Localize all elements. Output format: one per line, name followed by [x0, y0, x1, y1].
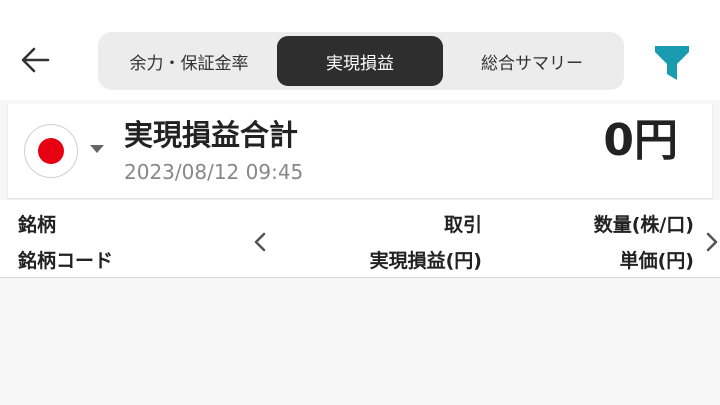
summary-timestamp: 2023/08/12 09:45	[124, 160, 304, 184]
market-selector[interactable]	[24, 124, 78, 178]
caret-down-icon[interactable]	[90, 145, 104, 153]
tab-realized-pnl[interactable]: 実現損益	[277, 36, 443, 86]
col-trade-type: 取引	[443, 214, 482, 236]
tab-margin-rate[interactable]: 余力・保証金率	[102, 36, 276, 86]
tab-total-summary[interactable]: 総合サマリー	[444, 36, 620, 86]
summary-total-value: 0円	[603, 115, 678, 166]
col-quantity: 数量(株/口)	[593, 214, 694, 236]
col-unit-price: 単価(円)	[619, 250, 694, 272]
filter-button[interactable]	[650, 40, 694, 84]
app-header: 余力・保証金率 実現損益 総合サマリー	[0, 0, 720, 100]
arrow-left-icon	[21, 47, 50, 73]
col-stock-name: 銘柄	[18, 214, 57, 236]
funnel-icon	[655, 46, 689, 80]
realized-pnl-summary-card: 実現損益合計 2023/08/12 09:45 0円	[8, 104, 712, 198]
back-button[interactable]	[18, 42, 54, 78]
next-columns-button[interactable]	[702, 230, 720, 254]
realized-pnl-list	[0, 279, 720, 405]
col-realized-pnl: 実現損益(円)	[369, 250, 482, 272]
summary-title: 実現損益合計	[124, 118, 299, 152]
view-tabs: 余力・保証金率 実現損益 総合サマリー	[98, 32, 624, 90]
japan-flag-icon	[38, 138, 64, 164]
col-stock-code: 銘柄コード	[18, 250, 114, 272]
chevron-right-icon	[706, 232, 718, 252]
column-header: 銘柄 銘柄コード 取引 実現損益(円) 数量(株/口) 単価(円)	[0, 200, 720, 278]
chevron-left-icon	[254, 232, 266, 252]
prev-columns-button[interactable]	[250, 230, 270, 254]
